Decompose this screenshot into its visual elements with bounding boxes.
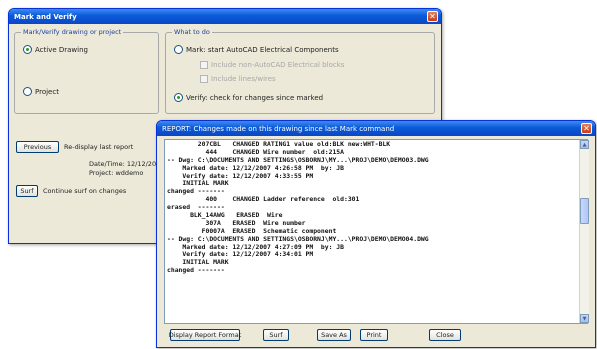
previous-button[interactable]: Previous [16,141,59,153]
checkbox-icon [200,61,208,69]
mark-radio[interactable]: Mark: start AutoCAD Electrical Component… [174,45,339,54]
report-lines: 207CBL CHANGED RATING1 value old:BLK new… [167,140,585,275]
scroll-thumb[interactable] [580,198,589,224]
radio-selected-icon [23,45,32,54]
include-non-ace-checkbox[interactable]: Include non-AutoCAD Electrical blocks [200,61,344,69]
close-icon[interactable]: ✕ [581,123,592,134]
redisplay-label: Re-display last report [64,143,134,151]
radio-selected-icon [174,93,183,102]
date-time-label: Date/Time: 12/12/2007 [89,160,165,168]
continue-surf-label: Continue surf on changes [43,187,127,195]
report-line: INITIAL MARK [167,258,229,267]
scroll-down-icon[interactable]: ▼ [580,314,589,323]
checkbox-icon [200,75,208,83]
save-as-button[interactable]: Save As [317,329,351,341]
display-report-format-button[interactable]: Display Report Format [169,329,241,341]
close-button[interactable]: Close [429,329,461,341]
report-line: Verify date: 12/12/2007 4:34:01 PM [167,250,314,259]
mark-verify-titlebar[interactable]: Mark and Verify ✕ [9,9,441,24]
verify-label: Verify: check for changes since marked [186,93,324,102]
report-line: 400 CHANGED Ladder reference old:301 [167,195,360,204]
project-name-label: Project: wddemo [89,169,144,177]
project-label: Project [35,87,59,96]
active-drawing-radio[interactable]: Active Drawing [23,45,88,54]
report-text-area[interactable]: 207CBL CHANGED RATING1 value old:BLK new… [164,139,588,324]
report-surf-button[interactable]: Surf [263,329,289,341]
what-to-do-group: What to do Mark: start AutoCAD Electrica… [165,28,435,114]
mark-label: Mark: start AutoCAD Electrical Component… [186,45,339,54]
surf-button[interactable]: Surf [16,185,38,197]
project-radio[interactable]: Project [23,87,59,96]
print-button[interactable]: Print [360,329,388,341]
include-non-ace-label: Include non-AutoCAD Electrical blocks [211,61,345,69]
radio-icon [174,45,183,54]
include-lines-checkbox[interactable]: Include lines/wires [200,75,276,83]
report-line: Verify date: 12/12/2007 4:33:55 PM [167,171,314,180]
report-line: changed ------- [167,266,225,275]
active-drawing-label: Active Drawing [35,45,88,54]
report-titlebar[interactable]: REPORT: Changes made on this drawing sin… [157,121,595,136]
drawing-or-project-legend: Mark/Verify drawing or project [21,28,124,36]
drawing-or-project-group: Mark/Verify drawing or project Active Dr… [14,28,159,114]
report-line: INITIAL MARK [167,179,229,188]
report-title: REPORT: Changes made on this drawing sin… [162,124,395,133]
report-window: REPORT: Changes made on this drawing sin… [156,120,596,348]
mark-verify-title: Mark and Verify [14,12,77,21]
scroll-up-icon[interactable]: ▲ [580,140,589,149]
report-scrollbar[interactable]: ▲ ▼ [579,140,589,323]
include-lines-label: Include lines/wires [211,75,276,83]
verify-radio[interactable]: Verify: check for changes since marked [174,93,323,102]
close-icon[interactable]: ✕ [427,11,438,22]
what-to-do-legend: What to do [172,28,212,36]
radio-icon [23,87,32,96]
